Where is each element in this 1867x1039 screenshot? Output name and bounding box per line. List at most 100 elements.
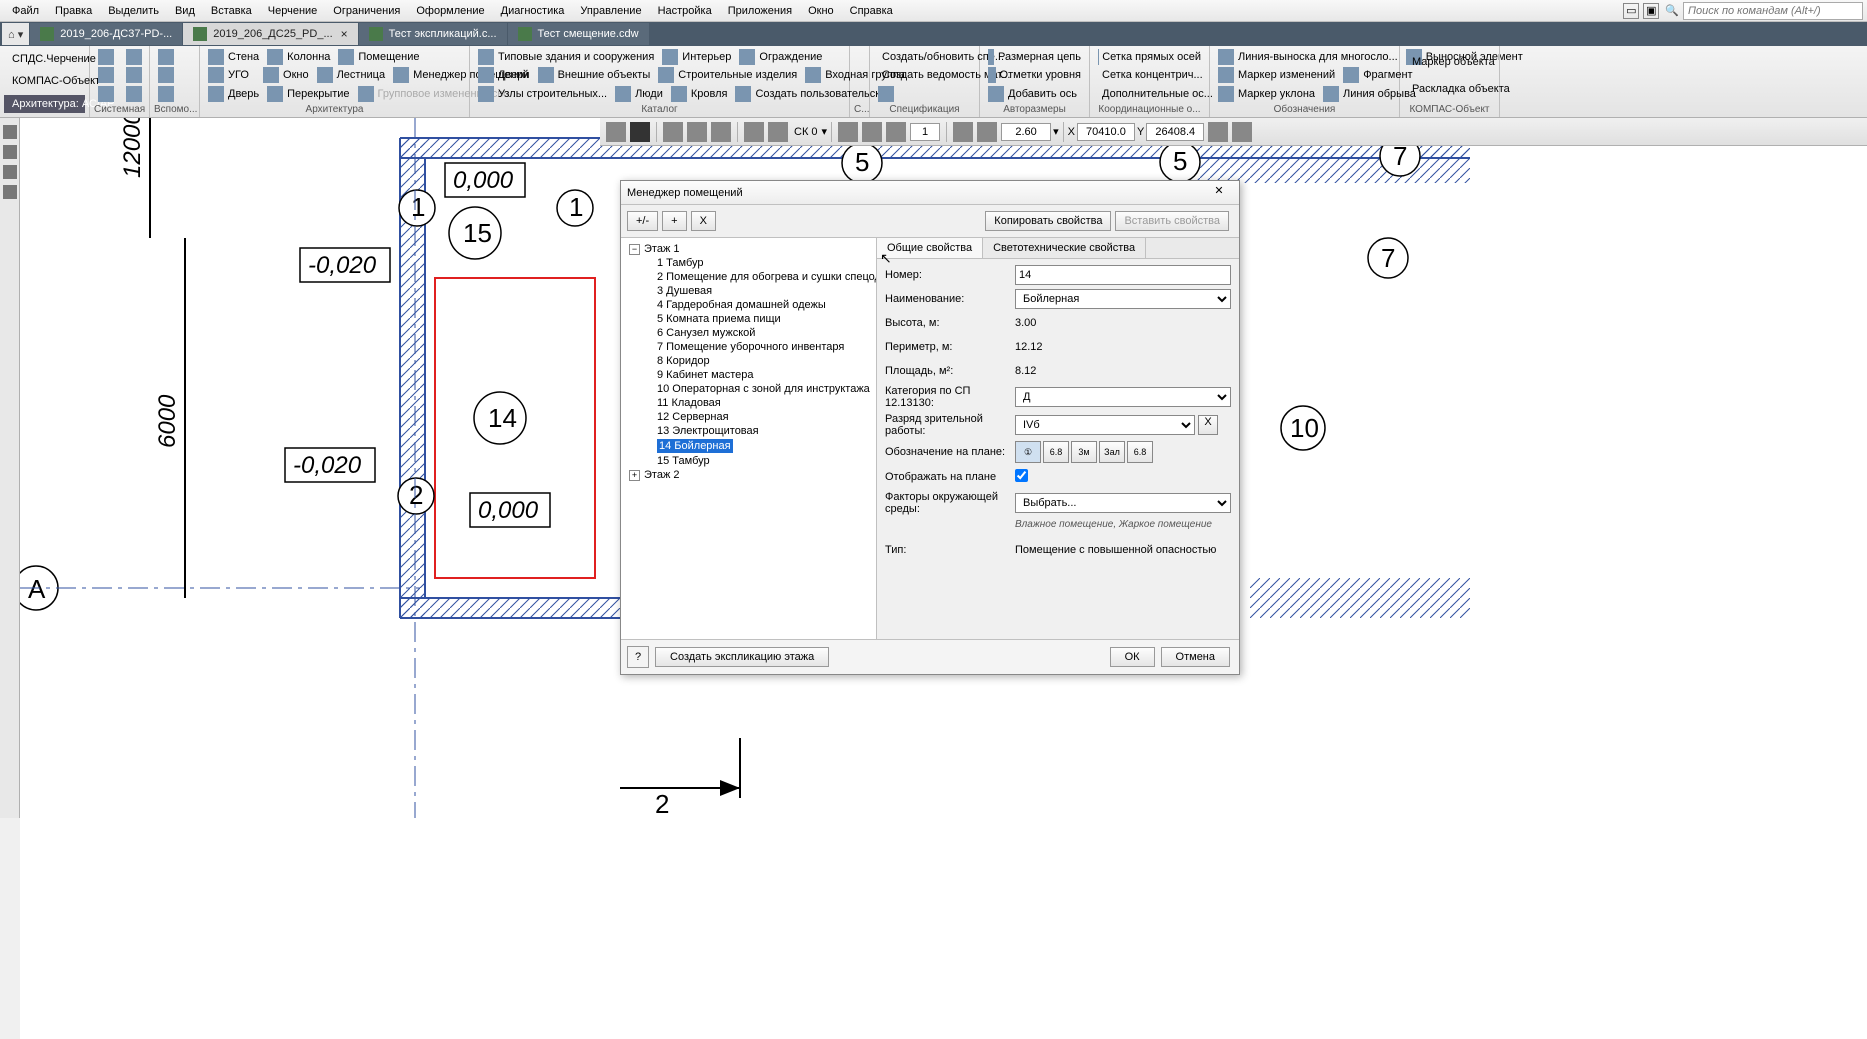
rbn-grid3[interactable]: Дополнительные ос... [1094,85,1205,103]
doc-tab-2[interactable]: Тест экспликаций.c... [359,23,507,45]
rbn-print[interactable] [94,85,122,103]
rbn-window[interactable]: Окно [259,66,313,84]
snap3-icon[interactable] [711,122,731,142]
rbn-undo[interactable] [122,85,150,103]
coord-icon[interactable] [1208,122,1228,142]
rbn-grid1[interactable]: Сетка прямых осей [1094,48,1205,66]
paste-props-button[interactable]: Вставить свойства [1115,211,1229,231]
kompas-object[interactable]: КОМПАС-Объект [4,72,85,90]
color-icon[interactable] [630,122,650,142]
doc-tab-0[interactable]: 2019_206-ДС37-PD-... [30,23,182,45]
marktype-1[interactable]: ① [1015,441,1041,463]
tree-room-14[interactable]: 14 Бойлерная [657,439,733,453]
name-select[interactable]: Бойлерная [1015,289,1231,309]
rbn-stairs[interactable]: Лестница [313,66,390,84]
show-on-plan-checkbox[interactable] [1015,469,1028,482]
coord-y-input[interactable] [1146,123,1204,141]
tree-room-6[interactable]: 6 Санузел мужской [623,326,874,340]
tree-room-9[interactable]: 9 Кабинет мастера [623,368,874,382]
tree-room-13[interactable]: 13 Электрощитовая [623,424,874,438]
rbn-spec3[interactable] [874,85,975,103]
rbn-constritems[interactable]: Строительные изделия [654,66,801,84]
arch-mode[interactable]: Архитектура: АС/АР [4,95,85,113]
rbn-roof[interactable]: Кровля [667,85,732,103]
rbn-room[interactable]: Помещение [334,48,423,66]
create-explication-button[interactable]: Создать экспликацию этажа [655,647,829,667]
menu-constraints[interactable]: Ограничения [325,3,408,19]
tree-room-1[interactable]: 1 Тамбур [623,256,874,270]
tree-room-12[interactable]: 12 Серверная [623,410,874,424]
spds-tab[interactable]: СПДС.Черчение [4,50,85,68]
delete-button[interactable]: X [691,211,716,231]
doc-tab-1[interactable]: 2019_206_ДС25_PD_...× [183,23,357,45]
tree-floor-1[interactable]: −Этаж 1 [623,242,874,256]
snap-icon[interactable] [663,122,683,142]
menu-apps[interactable]: Приложения [720,3,800,19]
tree-room-15[interactable]: 15 Тамбур [623,454,874,468]
panel-icon-3[interactable] [3,165,17,179]
marktype-5[interactable]: 6.8 [1127,441,1153,463]
rbn-doors-cat[interactable]: Двери [474,66,534,84]
tree-room-8[interactable]: 8 Коридор [623,354,874,368]
panel-icon-2[interactable] [3,145,17,159]
step-input[interactable] [910,123,940,141]
menu-diag[interactable]: Диагностика [493,3,573,19]
close-icon[interactable]: × [341,27,348,41]
tree-room-2[interactable]: 2 Помещение для обогрева и сушки спецоде… [623,270,874,284]
grid-icon[interactable] [744,122,764,142]
vert-icon[interactable] [886,122,906,142]
grid2-icon[interactable] [768,122,788,142]
number-input[interactable] [1015,265,1231,285]
rbn-aux2[interactable] [154,66,195,84]
tree-room-3[interactable]: 3 Душевая [623,284,874,298]
rbn-people[interactable]: Люди [611,85,667,103]
tree-room-7[interactable]: 7 Помещение уборочного инвентаря [623,340,874,354]
snap2-icon[interactable] [687,122,707,142]
rbn-new[interactable] [94,48,122,66]
rbn-save[interactable] [94,66,122,84]
rbn-column[interactable]: Колонна [263,48,334,66]
tab-lighting[interactable]: Светотехнические свойства [983,238,1146,258]
tree-room-10[interactable]: 10 Операторная с зоной для инструктажа [623,382,874,396]
tool-icon[interactable] [606,122,626,142]
ok-button[interactable]: ОК [1110,647,1155,667]
rbn-door[interactable]: Дверь [204,85,263,103]
visual-class-select[interactable]: IVб [1015,415,1195,435]
rbn-objlayout[interactable]: Раскладка объекта [1404,80,1495,98]
rbn-fence[interactable]: Ограждение [735,48,826,66]
rbn-aux3[interactable] [154,85,195,103]
toggle-button[interactable]: +/- [627,211,658,231]
window-max-icon[interactable]: ▣ [1643,3,1659,19]
category-select[interactable]: Д [1015,387,1231,407]
rbn-extobj[interactable]: Внешние объекты [534,66,655,84]
menu-insert[interactable]: Вставка [203,3,260,19]
menu-file[interactable]: Файл [4,3,47,19]
marktype-4[interactable]: Зал [1099,441,1125,463]
coord-x-input[interactable] [1077,123,1135,141]
tab-general[interactable]: Общие свойства [877,238,983,258]
tree-room-11[interactable]: 11 Кладовая [623,396,874,410]
collapse-icon[interactable]: − [629,244,640,255]
rbn-buildings[interactable]: Типовые здания и сооружения [474,48,658,66]
rbn-interior[interactable]: Интерьер [658,48,735,66]
doc-tab-3[interactable]: Тест смещение.cdw [508,23,649,45]
pencil-icon[interactable] [1232,122,1252,142]
marktype-3[interactable]: 3м [1071,441,1097,463]
zoom-fit-icon[interactable] [977,122,997,142]
rbn-leader[interactable]: Линия-выноска для многосло... [1214,48,1402,66]
menu-view[interactable]: Вид [167,3,203,19]
rbn-slope[interactable]: Маркер уклона [1214,85,1319,103]
rbn-spec2[interactable]: Создать ведомость мат... [874,66,975,84]
panel-icon-4[interactable] [3,185,17,199]
scale-input[interactable] [1001,123,1051,141]
home-tab[interactable]: ⌂ ▾ [2,23,29,45]
rbn-wall[interactable]: Стена [204,48,263,66]
rbn-ugo[interactable]: УГО [204,66,259,84]
rbn-grid2[interactable]: Сетка концентрич... [1094,66,1205,84]
menu-settings[interactable]: Настройка [650,3,720,19]
command-search-input[interactable] [1683,2,1863,20]
rbn-revmark[interactable]: Маркер изменений [1214,66,1339,84]
menu-window[interactable]: Окно [800,3,842,19]
marktype-2[interactable]: 6.8 [1043,441,1069,463]
menu-draw[interactable]: Черчение [260,3,326,19]
